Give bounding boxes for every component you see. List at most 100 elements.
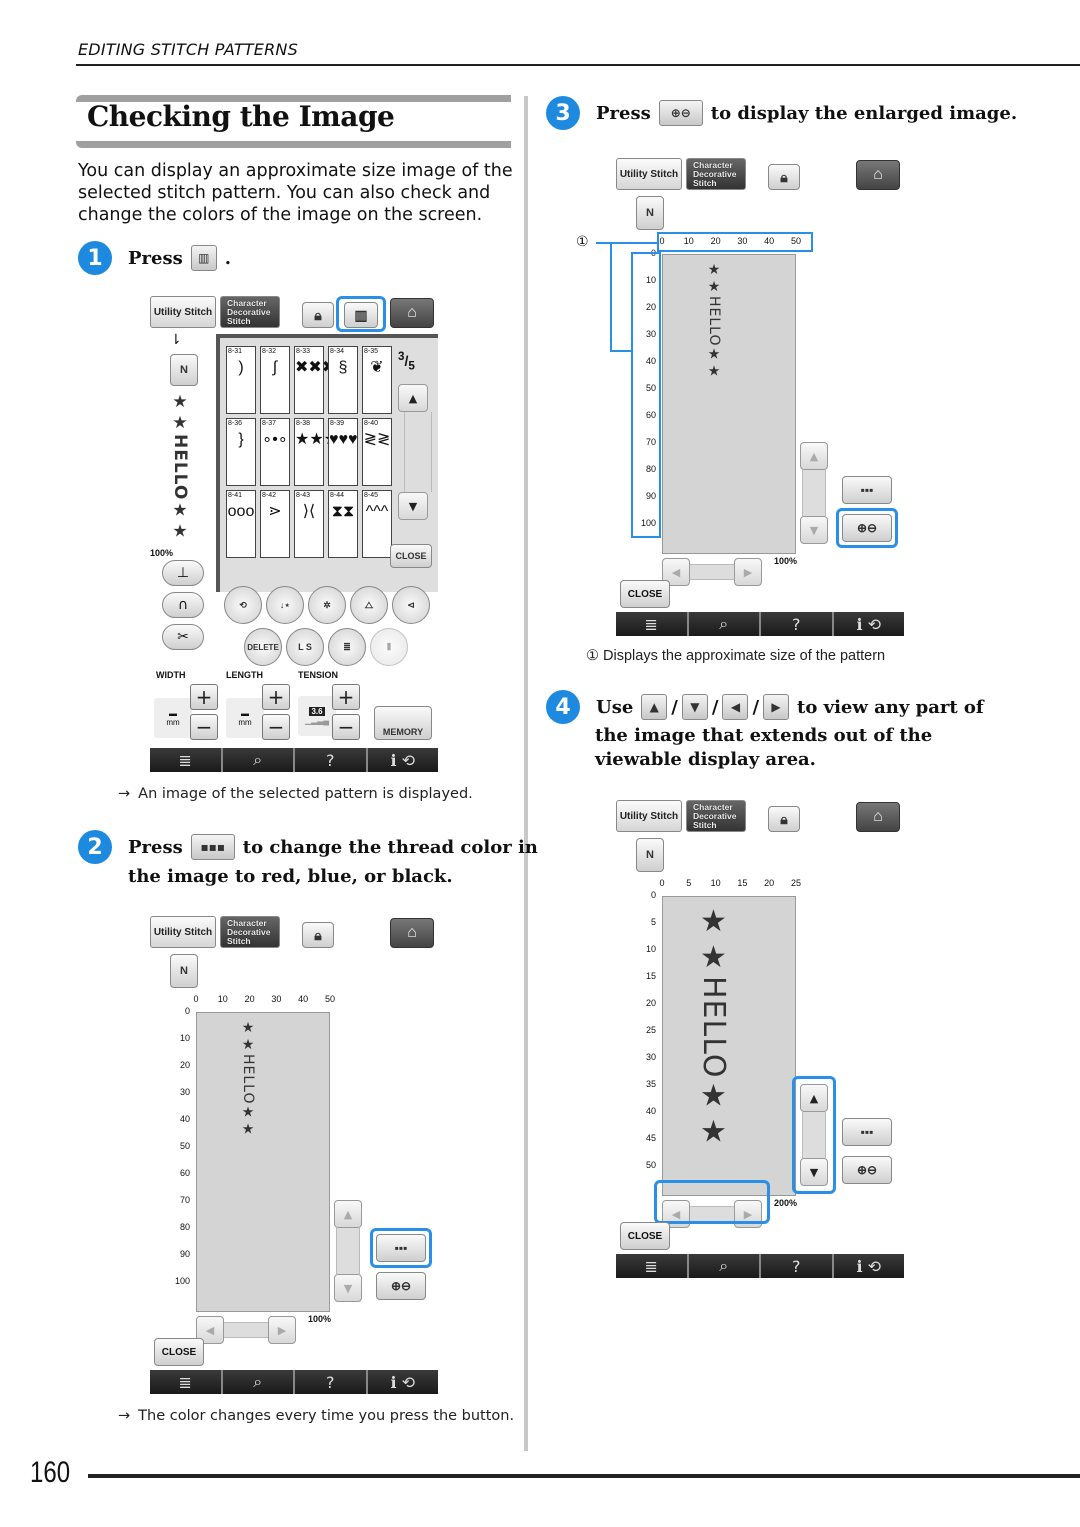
settings-button[interactable]: ℹ ⟲: [367, 748, 438, 772]
tension-minus-button[interactable]: −: [332, 714, 360, 740]
settings-button[interactable]: ℹ ⟲: [833, 612, 904, 636]
width-plus-button[interactable]: +: [190, 684, 218, 710]
help-button[interactable]: ?: [295, 748, 368, 772]
bottom-toolbar: ≣ ⌕ ? ℹ ⟲: [150, 748, 438, 772]
lock-button[interactable]: 🔒︎: [768, 806, 800, 832]
delete-button[interactable]: DELETE: [244, 628, 282, 666]
lock-button[interactable]: 🔒︎: [302, 922, 334, 948]
thread-color-button[interactable]: ▪▪▪: [842, 476, 892, 504]
length-minus-button[interactable]: −: [262, 714, 290, 740]
settings-button[interactable]: ℹ ⟲: [367, 1370, 438, 1394]
lock-button[interactable]: 🔒︎: [768, 164, 800, 190]
pattern-cell[interactable]: 8-39 ♥♥♥: [328, 418, 358, 486]
zoom-button[interactable]: ⊕⊖: [842, 1156, 892, 1184]
pattern-density-button[interactable]: ✲: [308, 586, 346, 624]
scroll-down-button[interactable]: ▼: [800, 516, 828, 544]
thread-density-button[interactable]: ≣: [328, 628, 366, 666]
pattern-cell[interactable]: 8-42 ⋗: [260, 490, 290, 558]
pattern-glyph-icon: ⟩⟨: [302, 503, 316, 520]
home-button[interactable]: ⌂: [390, 298, 434, 328]
reverse-button[interactable]: ∩: [162, 592, 204, 618]
pattern-cell[interactable]: 8-34 §: [328, 346, 358, 414]
scroll-down-button[interactable]: ▼: [334, 1274, 362, 1302]
pattern-list-button[interactable]: ≣: [616, 612, 689, 636]
tab-utility-stitch[interactable]: Utility Stitch: [616, 800, 682, 832]
pattern-cell[interactable]: 8-40 ≷≷: [362, 418, 392, 486]
pattern-cell[interactable]: 8-32 ∫: [260, 346, 290, 414]
horizontal-scrollbar[interactable]: [224, 1322, 268, 1338]
pattern-cell[interactable]: 8-44 ⧗⧗: [328, 490, 358, 558]
page-down-button[interactable]: ▼: [398, 492, 428, 520]
help-button[interactable]: ?: [761, 1254, 834, 1278]
y-ruler-tick: 90: [179, 1249, 190, 1259]
tension-plus-button[interactable]: +: [332, 684, 360, 710]
machine-help-button[interactable]: ⌕: [688, 1254, 761, 1278]
pattern-cell[interactable]: 8-37 ∘•∘: [260, 418, 290, 486]
pattern-cell[interactable]: 8-43 ⟩⟨: [294, 490, 324, 558]
tab-character-stitch[interactable]: Character Decorative Stitch: [220, 916, 280, 948]
thread-cutter-button[interactable]: ✂: [162, 624, 204, 650]
pattern-code: 8-34: [330, 348, 345, 355]
x-ruler-tick: 5: [686, 878, 692, 888]
vertical-scrollbar[interactable]: [336, 1228, 360, 1274]
thread-color-icon: ▪▪▪: [190, 834, 235, 860]
tab-character-stitch[interactable]: Character Decorative Stitch: [686, 158, 746, 190]
scroll-right-button[interactable]: ▶: [734, 558, 762, 586]
size-ls-button[interactable]: L S: [286, 628, 324, 666]
tab-character-stitch[interactable]: Character Decorative Stitch: [686, 800, 746, 832]
zoom-button[interactable]: ⊕⊖: [376, 1272, 426, 1300]
y-ruler-tick: 30: [645, 1052, 656, 1062]
close-button[interactable]: CLOSE: [154, 1338, 204, 1366]
pattern-cell[interactable]: 8-38 ★★★: [294, 418, 338, 486]
machine-help-button[interactable]: ⌕: [688, 612, 761, 636]
close-button[interactable]: CLOSE: [620, 580, 670, 608]
pattern-cell[interactable]: 8-33 ✖✖✖: [294, 346, 335, 414]
mirror-stitch-button[interactable]: ↓⋆: [266, 586, 304, 624]
vertical-scrollbar[interactable]: [802, 470, 826, 516]
close-button[interactable]: CLOSE: [390, 544, 432, 568]
home-button[interactable]: ⌂: [390, 918, 434, 948]
pattern-list-button[interactable]: ≣: [616, 1254, 689, 1278]
tab-utility-stitch[interactable]: Utility Stitch: [616, 158, 682, 190]
page-scrollbar[interactable]: [404, 412, 432, 492]
scroll-up-button[interactable]: ▲: [800, 442, 828, 470]
pattern-code: 8-33: [296, 348, 311, 355]
width-minus-button[interactable]: −: [190, 714, 218, 740]
pattern-cell[interactable]: 8-35 ❦: [362, 346, 392, 414]
elongation-button[interactable]: ⟲: [224, 586, 262, 624]
home-button[interactable]: ⌂: [856, 802, 900, 832]
help-button[interactable]: ?: [295, 1370, 368, 1394]
twin-needle-button[interactable]: ⦀: [370, 628, 408, 666]
mirror-horizontal-button[interactable]: ⧍: [350, 586, 388, 624]
length-plus-button[interactable]: +: [262, 684, 290, 710]
scroll-up-button[interactable]: ▲: [334, 1200, 362, 1228]
settings-button[interactable]: ℹ ⟲: [833, 1254, 904, 1278]
pattern-cell[interactable]: 8-36}: [226, 418, 256, 486]
help-button[interactable]: ?: [761, 612, 834, 636]
thread-color-button[interactable]: ▪▪▪: [842, 1118, 892, 1146]
mirror-vertical-button[interactable]: ⊲: [392, 586, 430, 624]
presser-foot-button[interactable]: ⊥: [162, 560, 204, 586]
lock-button[interactable]: 🔒︎: [302, 302, 334, 328]
tab-utility-stitch[interactable]: Utility Stitch: [150, 916, 216, 948]
pattern-list-button[interactable]: ≣: [150, 748, 223, 772]
step-3: 3 Press ⊕⊖ to display the enlarged image…: [546, 96, 1017, 130]
horizontal-scrollbar[interactable]: [690, 564, 734, 580]
close-button[interactable]: CLOSE: [620, 1222, 670, 1250]
memory-button[interactable]: MEMORY: [374, 706, 432, 740]
tab-utility-stitch[interactable]: Utility Stitch: [150, 296, 216, 328]
y-ruler-tick: 45: [645, 1133, 656, 1143]
pattern-cell[interactable]: 8-31): [226, 346, 256, 414]
home-button[interactable]: ⌂: [856, 160, 900, 190]
y-ruler-tick: 35: [645, 1079, 656, 1089]
machine-help-button[interactable]: ⌕: [222, 1370, 295, 1394]
tab-character-stitch[interactable]: Character Decorative Stitch: [220, 296, 280, 328]
magnifier-icon: ⊕⊖: [390, 1279, 412, 1293]
pattern-cell[interactable]: 8-45 ^^^: [362, 490, 392, 558]
pattern-cell[interactable]: 8-41 ooo: [226, 490, 256, 558]
pattern-list-button[interactable]: ≣: [150, 1370, 223, 1394]
pattern-glyph-icon: ∫: [272, 359, 278, 376]
machine-help-button[interactable]: ⌕: [222, 748, 295, 772]
scroll-right-button[interactable]: ▶: [268, 1316, 296, 1344]
page-up-button[interactable]: ▲: [398, 384, 428, 412]
